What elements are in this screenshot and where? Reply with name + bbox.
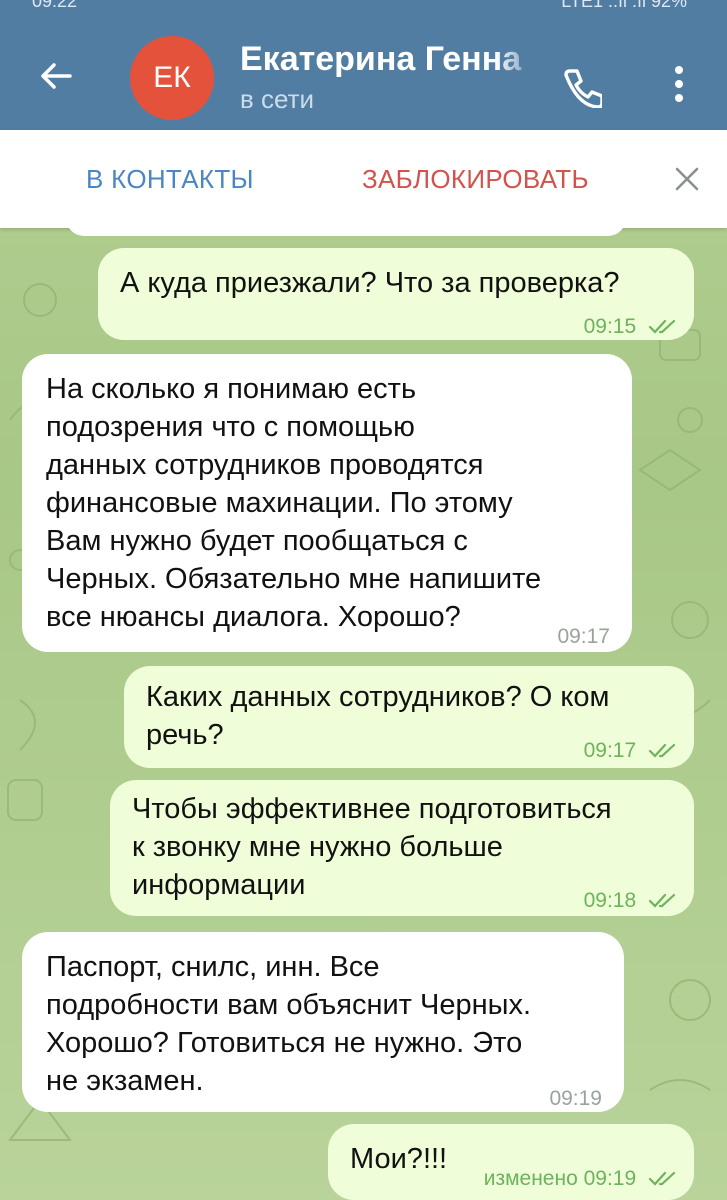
previous-message-bubble bbox=[66, 200, 626, 236]
read-receipt-icon bbox=[648, 1172, 676, 1187]
read-receipt-icon bbox=[648, 894, 676, 909]
avatar[interactable]: ЕК bbox=[130, 36, 214, 120]
message-time: 09:19 bbox=[549, 1087, 602, 1110]
message-bubble-incoming[interactable]: Паспорт, снилс, инн. Все подробности вам… bbox=[22, 932, 624, 1112]
message-text: Каких данных сотрудников? О ком речь? bbox=[146, 681, 610, 751]
add-to-contacts-button[interactable]: В КОНТАКТЫ bbox=[86, 164, 254, 195]
message-time-text: 09:15 bbox=[583, 315, 637, 338]
phone-icon[interactable] bbox=[560, 66, 602, 108]
message-text: На сколько я понимаю есть подозрения что… bbox=[46, 373, 542, 633]
message-bubble-incoming[interactable]: На сколько я понимаю есть подозрения что… bbox=[22, 354, 632, 652]
message-bubble-outgoing[interactable]: А куда приезжали? Что за проверка? 09:15 bbox=[98, 248, 694, 340]
message-time-text: 09:17 bbox=[583, 739, 637, 762]
contact-status: в сети bbox=[240, 84, 315, 114]
block-button[interactable]: ЗАБЛОКИРОВАТЬ bbox=[362, 164, 589, 195]
message-time: 09:18 bbox=[584, 882, 678, 920]
message-bubble-outgoing[interactable]: Мои?!!! изменено 09:19 bbox=[328, 1124, 694, 1200]
read-receipt-icon bbox=[648, 320, 676, 335]
status-bar: 09:22 LTE1 ..ıl .ıl 92% bbox=[0, 0, 727, 14]
message-bubble-outgoing[interactable]: Каких данных сотрудников? О ком речь? 09… bbox=[124, 666, 694, 768]
message-text: Чтобы эффективнее подготовиться к звонку… bbox=[132, 793, 612, 901]
message-time: 09:17 bbox=[584, 732, 678, 770]
message-text: Мои?!!! bbox=[350, 1143, 448, 1175]
message-bubble-outgoing[interactable]: Чтобы эффективнее подготовиться к звонку… bbox=[110, 780, 694, 916]
message-time: 09:15 bbox=[584, 308, 678, 346]
message-text: А куда приезжали? Что за проверка? bbox=[120, 267, 620, 299]
close-icon[interactable] bbox=[672, 164, 702, 194]
contact-name[interactable]: Екатерина Генна bbox=[240, 40, 540, 80]
read-receipt-icon bbox=[648, 744, 676, 759]
chat-header: ЕК Екатерина Генна в сети bbox=[0, 14, 727, 130]
message-text: Паспорт, снилс, инн. Все подробности вам… bbox=[46, 951, 532, 1097]
message-time-text: изменено 09:19 bbox=[483, 1167, 637, 1190]
more-menu-icon[interactable] bbox=[664, 62, 694, 106]
message-time: 09:17 bbox=[557, 625, 610, 648]
back-arrow-icon[interactable] bbox=[36, 56, 76, 96]
message-time-text: 09:18 bbox=[583, 889, 637, 912]
status-indicators: LTE1 ..ıl .ıl 92% bbox=[561, 0, 687, 11]
status-time: 09:22 bbox=[32, 0, 78, 11]
message-time: изменено 09:19 bbox=[484, 1160, 678, 1198]
